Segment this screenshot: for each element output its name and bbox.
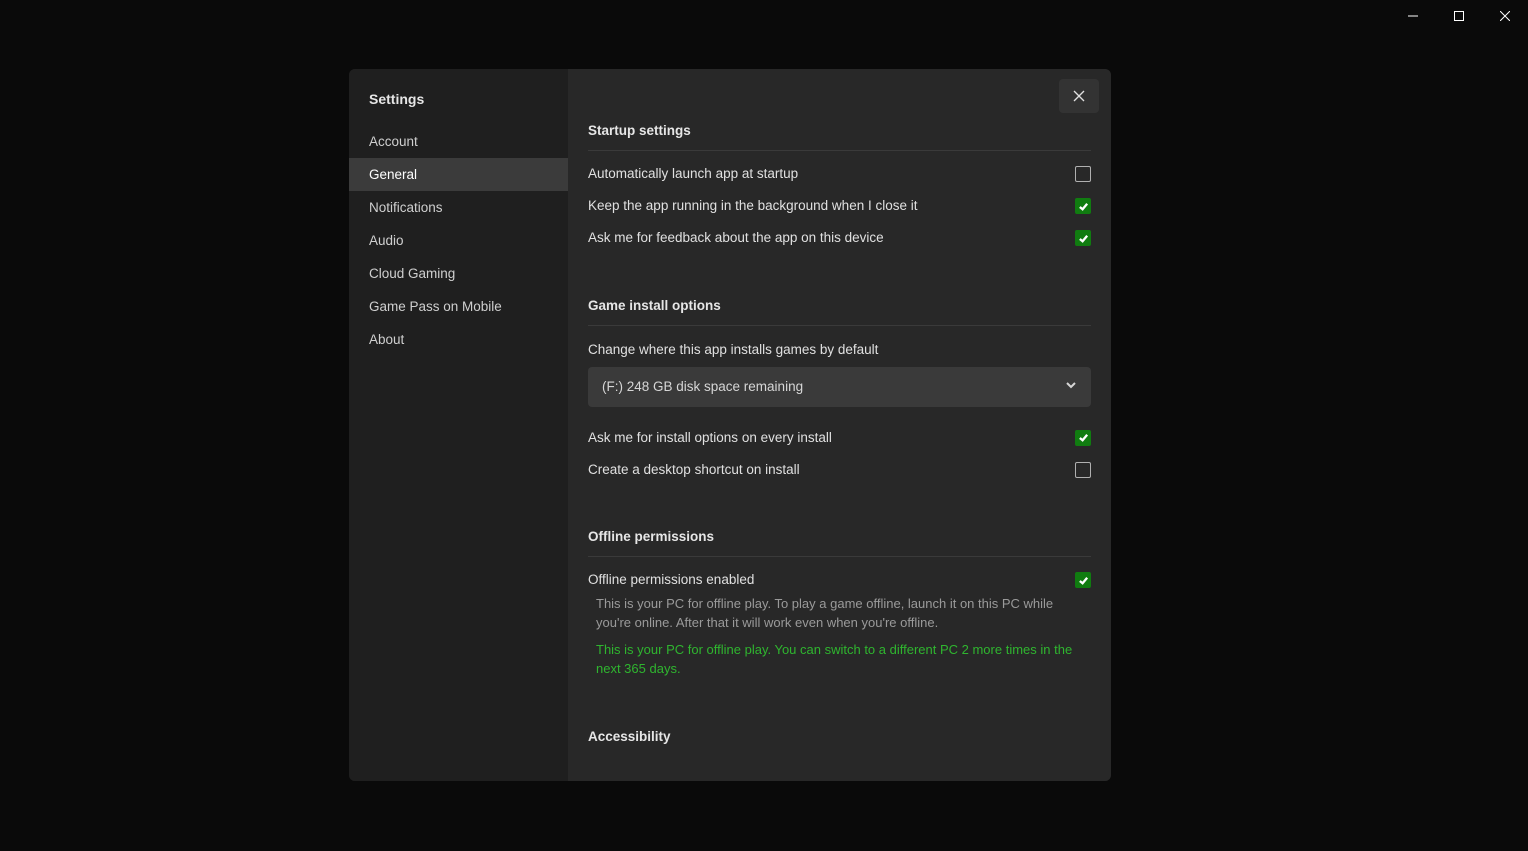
maximize-button[interactable] [1436,0,1482,32]
row-keep-running: Keep the app running in the background w… [588,183,1091,215]
section-title-offline: Offline permissions [588,529,1091,557]
minimize-button[interactable] [1390,0,1436,32]
settings-dialog: Settings Account General Notifications A… [349,69,1111,781]
section-offline: Offline permissions Offline permissions … [588,479,1091,679]
checkbox-ask-install-options[interactable] [1075,430,1091,446]
row-feedback: Ask me for feedback about the app on thi… [588,215,1091,247]
section-install: Game install options Change where this a… [588,248,1091,479]
sidebar-item-cloud-gaming[interactable]: Cloud Gaming [349,257,568,290]
settings-content: Startup settings Automatically launch ap… [568,69,1111,781]
row-offline-enabled: Offline permissions enabled [588,557,1091,589]
row-ask-install-options: Ask me for install options on every inst… [588,415,1091,447]
offline-status-text: This is your PC for offline play. You ca… [588,633,1091,679]
sidebar-item-audio[interactable]: Audio [349,224,568,257]
window-controls [1390,0,1528,32]
settings-sidebar: Settings Account General Notifications A… [349,69,568,781]
chevron-down-icon [1065,378,1077,396]
sidebar-item-about[interactable]: About [349,323,568,356]
sidebar-item-game-pass-mobile[interactable]: Game Pass on Mobile [349,290,568,323]
section-title-accessibility: Accessibility [588,729,1091,744]
label-feedback: Ask me for feedback about the app on thi… [588,229,884,247]
offline-help-text: This is your PC for offline play. To pla… [588,589,1091,633]
label-desktop-shortcut: Create a desktop shortcut on install [588,461,800,479]
dropdown-install-drive[interactable]: (F:) 248 GB disk space remaining [588,367,1091,407]
sidebar-item-notifications[interactable]: Notifications [349,191,568,224]
checkbox-offline-enabled[interactable] [1075,572,1091,588]
checkbox-feedback[interactable] [1075,230,1091,246]
sidebar-title: Settings [349,87,568,125]
section-startup: Startup settings Automatically launch ap… [588,69,1091,248]
label-offline-enabled: Offline permissions enabled [588,571,754,589]
row-desktop-shortcut: Create a desktop shortcut on install [588,447,1091,479]
checkbox-keep-running[interactable] [1075,198,1091,214]
sidebar-item-general[interactable]: General [349,158,568,191]
label-keep-running: Keep the app running in the background w… [588,197,917,215]
close-dialog-button[interactable] [1059,79,1099,113]
checkbox-auto-launch[interactable] [1075,166,1091,182]
dropdown-install-drive-value: (F:) 248 GB disk space remaining [602,379,803,394]
label-auto-launch: Automatically launch app at startup [588,165,798,183]
section-title-install: Game install options [588,298,1091,326]
checkbox-desktop-shortcut[interactable] [1075,462,1091,478]
sidebar-item-account[interactable]: Account [349,125,568,158]
label-ask-install-options: Ask me for install options on every inst… [588,429,832,447]
row-auto-launch: Automatically launch app at startup [588,151,1091,183]
section-title-startup: Startup settings [588,123,1091,151]
close-window-button[interactable] [1482,0,1528,32]
section-accessibility: Accessibility [588,679,1091,744]
label-change-location: Change where this app installs games by … [588,342,1091,357]
